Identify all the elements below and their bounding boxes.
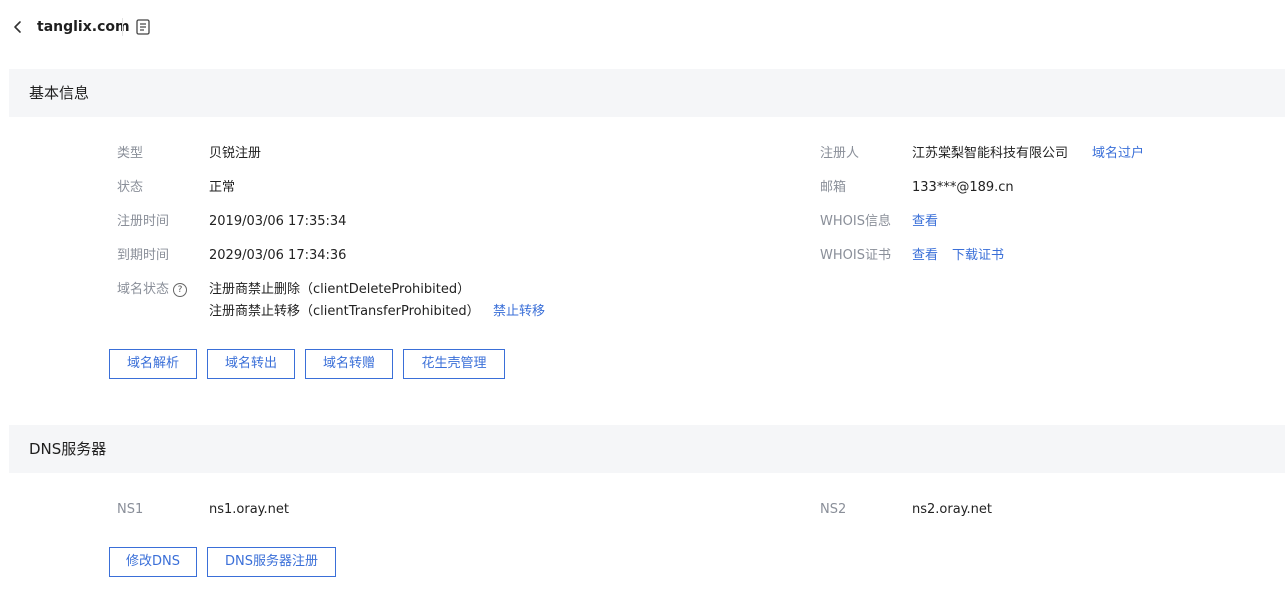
whois-info-view-link[interactable]: 查看 [912, 213, 938, 231]
document-icon[interactable] [133, 17, 153, 37]
dns-server-register-button[interactable]: DNS服务器注册 [207, 547, 336, 577]
status-value: 正常 [209, 180, 236, 195]
ns2-label: NS2 [820, 502, 847, 517]
domain-status-label-text: 域名状态 [117, 282, 170, 297]
registration-time-label: 注册时间 [117, 214, 170, 229]
help-icon[interactable]: ? [173, 283, 188, 297]
dns-resolution-button[interactable]: 域名解析 [109, 349, 197, 379]
divider [122, 18, 123, 36]
section-title: DNS服务器 [29, 440, 107, 458]
email-value: 133***@189.cn [912, 180, 1014, 195]
whois-cert-download-link[interactable]: 下载证书 [952, 247, 1004, 265]
domain-detail-page: tanglix.com 基本信息 类型 贝锐注册 状态 正常 注册时间 2019… [0, 0, 1285, 611]
whois-cert-label: WHOIS证书 [820, 248, 891, 263]
whois-cert-view-link[interactable]: 查看 [912, 247, 938, 265]
oray-management-button[interactable]: 花生壳管理 [403, 349, 505, 379]
registration-time-value: 2019/03/06 17:35:34 [209, 214, 347, 229]
ns2-value: ns2.oray.net [912, 502, 992, 517]
domain-status-label: 域名状态? [117, 281, 188, 299]
type-label: 类型 [117, 146, 144, 161]
prohibit-transfer-link[interactable]: 禁止转移 [493, 303, 545, 321]
domain-gift-button[interactable]: 域名转赠 [305, 349, 393, 379]
ns1-label: NS1 [117, 502, 144, 517]
email-label: 邮箱 [820, 180, 847, 195]
dns-section-header: DNS服务器 [9, 425, 1285, 473]
domain-status-line-2: 注册商禁止转移（clientTransferProhibited） [209, 304, 480, 319]
basic-info-section-header: 基本信息 [9, 69, 1285, 117]
registrant-value: 江苏棠梨智能科技有限公司 [912, 146, 1069, 161]
expiry-time-label: 到期时间 [117, 248, 170, 263]
page-title: tanglix.com [37, 19, 130, 35]
status-label: 状态 [117, 180, 144, 195]
domain-transfer-out-button[interactable]: 域名转出 [207, 349, 295, 379]
top-bar: tanglix.com [0, 0, 1285, 54]
section-title: 基本信息 [29, 84, 90, 102]
domain-status-line-1: 注册商禁止删除（clientDeleteProhibited） [209, 282, 471, 297]
registrant-label: 注册人 [820, 146, 860, 161]
ns1-value: ns1.oray.net [209, 502, 289, 517]
whois-info-label: WHOIS信息 [820, 214, 891, 229]
back-icon[interactable] [9, 17, 27, 37]
type-value: 贝锐注册 [209, 146, 262, 161]
modify-dns-button[interactable]: 修改DNS [109, 547, 197, 577]
expiry-time-value: 2029/03/06 17:34:36 [209, 248, 347, 263]
domain-transfer-owner-link[interactable]: 域名过户 [1092, 145, 1144, 163]
